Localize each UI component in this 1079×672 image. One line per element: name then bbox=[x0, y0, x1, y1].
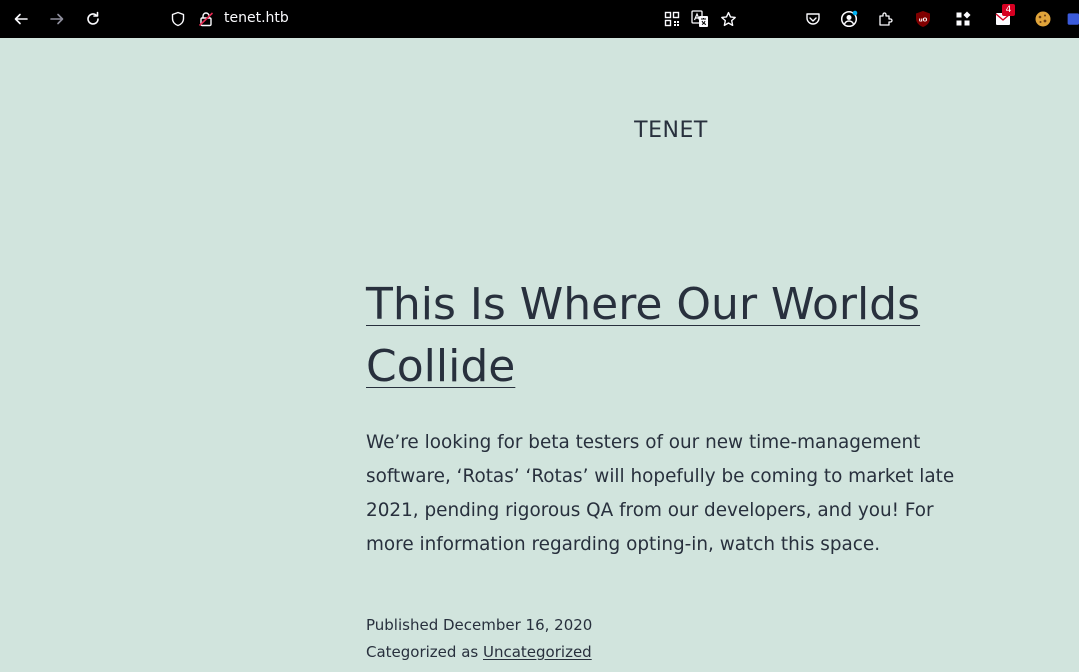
post-body: We’re looking for beta testers of our ne… bbox=[366, 432, 955, 555]
tracking-shield-icon[interactable] bbox=[166, 7, 190, 31]
svg-text:uO: uO bbox=[919, 18, 928, 24]
post-meta: Published December 16, 2020 Categorized … bbox=[366, 612, 766, 666]
extension-badge-count: 4 bbox=[1002, 4, 1015, 16]
pocket-icon[interactable] bbox=[801, 7, 825, 31]
back-arrow-icon[interactable] bbox=[9, 7, 33, 31]
browser-toolbar: tenet.htb uO 4 bbox=[0, 0, 1079, 38]
qr-code-icon[interactable] bbox=[660, 7, 684, 31]
account-icon[interactable] bbox=[837, 7, 861, 31]
url-text[interactable]: tenet.htb bbox=[224, 8, 289, 28]
category-link[interactable]: Uncategorized bbox=[483, 643, 592, 661]
category-line: Categorized as Uncategorized bbox=[366, 639, 766, 666]
forward-arrow-icon[interactable] bbox=[45, 7, 69, 31]
apps-grid-icon[interactable] bbox=[951, 7, 975, 31]
category-label: Categorized as bbox=[366, 643, 479, 661]
sidebar-extension-icon[interactable] bbox=[1066, 7, 1079, 31]
published-label: Published bbox=[366, 616, 439, 634]
site-title[interactable]: TENET bbox=[600, 116, 742, 146]
post-title: This Is Where Our Worlds Collide bbox=[366, 274, 986, 398]
published-line: Published December 16, 2020 bbox=[366, 612, 766, 639]
insecure-lock-icon[interactable] bbox=[194, 7, 218, 31]
extensions-puzzle-icon[interactable] bbox=[873, 7, 897, 31]
post-title-link[interactable]: This Is Where Our Worlds Collide bbox=[366, 279, 920, 392]
reload-icon[interactable] bbox=[81, 7, 105, 31]
published-date: December 16, 2020 bbox=[443, 616, 593, 634]
ublock-shield-icon[interactable]: uO bbox=[911, 7, 935, 31]
cookie-extension-icon[interactable] bbox=[1031, 7, 1055, 31]
translate-icon[interactable] bbox=[688, 7, 712, 31]
bookmark-star-icon[interactable] bbox=[716, 7, 740, 31]
